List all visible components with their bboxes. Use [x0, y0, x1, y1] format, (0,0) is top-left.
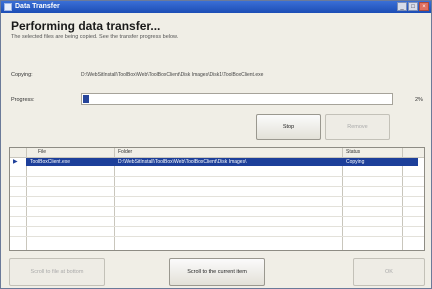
remove-button[interactable]: Remove — [325, 114, 390, 140]
progress-bar — [81, 93, 393, 105]
ok-button[interactable]: OK — [353, 258, 425, 286]
arrow-right-icon: ▶ — [13, 159, 18, 165]
copying-path: D:\WebSitInstall\ToolBox\Web\ToolBoxClie… — [81, 72, 264, 78]
minimize-icon[interactable]: _ — [397, 2, 407, 11]
column-header-folder[interactable]: Folder — [118, 149, 132, 155]
row-file: ToolBoxClient.exe — [30, 159, 71, 165]
progress-fill — [83, 95, 90, 103]
row-status: Copying — [346, 159, 365, 165]
copying-label: Copying: — [11, 72, 33, 78]
row-divider — [10, 176, 424, 177]
page-subtitle: The selected files are being copied. See… — [11, 34, 179, 40]
app-icon — [4, 3, 12, 11]
stop-button[interactable]: Stop — [256, 114, 321, 140]
scroll-to-current-button[interactable]: Scroll to the current item — [169, 258, 265, 286]
window-title: Data Transfer — [15, 3, 60, 10]
dialog-window: Data Transfer _ □ × Performing data tran… — [0, 0, 432, 289]
row-folder: D:\WebSitInstall\ToolBox\Web\ToolBoxClie… — [118, 159, 247, 165]
close-icon[interactable]: × — [419, 2, 429, 11]
column-header-file[interactable]: File — [38, 149, 46, 155]
title-bar[interactable]: Data Transfer _ □ × — [1, 1, 431, 13]
maximize-icon[interactable]: □ — [408, 2, 418, 11]
scroll-to-bottom-button[interactable]: Scroll to file at bottom — [9, 258, 105, 286]
row-divider — [10, 236, 424, 237]
row-divider — [10, 226, 424, 227]
progress-percent: 2% — [415, 97, 423, 103]
progress-label: Progress: — [11, 97, 35, 103]
window-controls: _ □ × — [397, 2, 429, 11]
row-divider — [10, 216, 424, 217]
row-divider — [10, 196, 424, 197]
row-divider — [10, 206, 424, 207]
row-divider — [10, 186, 424, 187]
page-title: Performing data transfer... — [11, 19, 161, 33]
column-header-status[interactable]: Status — [346, 149, 360, 155]
file-table: File Folder Status ▶ ToolBoxClient.exe D… — [9, 147, 425, 251]
table-header: File Folder Status — [10, 148, 424, 158]
